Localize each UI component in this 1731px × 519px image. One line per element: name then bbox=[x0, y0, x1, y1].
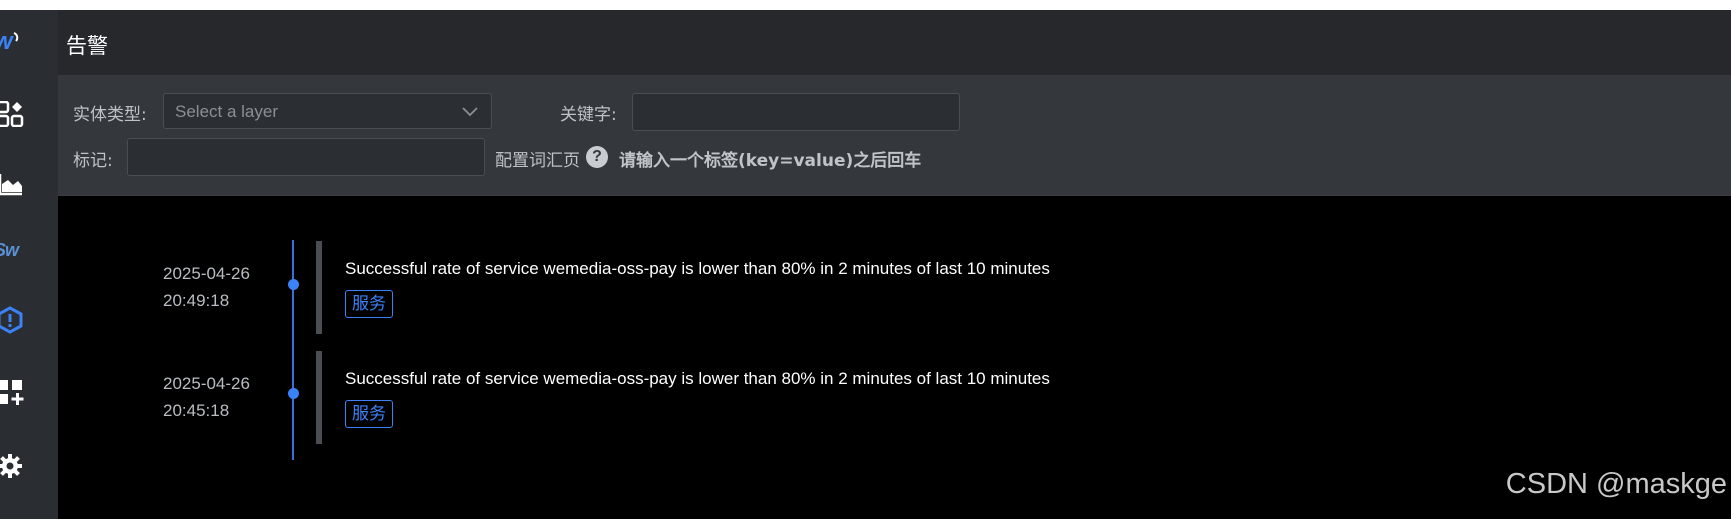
alarm-message: Successful rate of service wemedia-oss-p… bbox=[345, 259, 1050, 278]
app-logo[interactable]: w bbox=[0, 24, 40, 60]
add-widget-icon[interactable] bbox=[0, 374, 40, 410]
logo-arc-icon bbox=[13, 32, 18, 42]
page-title: 告警 bbox=[66, 34, 108, 58]
filter-bar: 实体类型: Select a layer 关键字: 标记: 配置词汇页 ? 请输… bbox=[58, 75, 1731, 196]
alarm-date: 2025-04-26 bbox=[163, 374, 250, 393]
alarm-time: 20:49:18 bbox=[163, 291, 230, 310]
alarm-time: 20:45:18 bbox=[163, 401, 230, 420]
tag-input[interactable] bbox=[127, 138, 485, 176]
page-header: 告警 bbox=[58, 10, 1731, 75]
alarm-date: 2025-04-26 bbox=[163, 264, 250, 283]
entity-type-label: 实体类型: bbox=[73, 105, 147, 125]
alarm-timestamp: 2025-04-26 20:49:18 bbox=[163, 260, 250, 314]
tag-label: 标记: bbox=[73, 151, 113, 171]
keyword-input[interactable] bbox=[632, 93, 960, 131]
alarm-hexagon-icon[interactable] bbox=[0, 302, 40, 338]
tag-hint: 请输入一个标签(key=value)之后回车 bbox=[619, 151, 922, 171]
timeline-dot bbox=[288, 388, 299, 399]
alarm-bar bbox=[316, 241, 322, 334]
vocab-config-link[interactable]: 配置词汇页 bbox=[495, 146, 580, 171]
alarm-timestamp: 2025-04-26 20:45:18 bbox=[163, 370, 250, 424]
timeline-line bbox=[292, 240, 294, 460]
alarm-message: Successful rate of service wemedia-oss-p… bbox=[345, 369, 1050, 388]
gear-icon[interactable] bbox=[0, 448, 40, 484]
timeline-dot bbox=[288, 279, 299, 290]
entity-type-value: Select a layer bbox=[175, 102, 278, 121]
help-icon[interactable]: ? bbox=[586, 146, 608, 168]
logo-text: w bbox=[0, 28, 13, 56]
alarm-scope-tag: 服务 bbox=[345, 400, 393, 428]
watermark: CSDN @maskge bbox=[1505, 468, 1727, 500]
chevron-down-icon bbox=[462, 107, 478, 117]
entity-type-select[interactable]: Select a layer bbox=[163, 93, 492, 129]
sidebar: w Sw bbox=[0, 10, 58, 519]
alarm-bar bbox=[316, 351, 322, 444]
keyword-label: 关键字: bbox=[560, 105, 617, 125]
dashboard-icon[interactable] bbox=[0, 96, 40, 132]
skywalking-logo-icon[interactable]: Sw bbox=[0, 232, 40, 268]
area-chart-icon[interactable] bbox=[0, 166, 40, 202]
alarm-scope-tag: 服务 bbox=[345, 290, 393, 318]
top-strip bbox=[0, 0, 1731, 10]
